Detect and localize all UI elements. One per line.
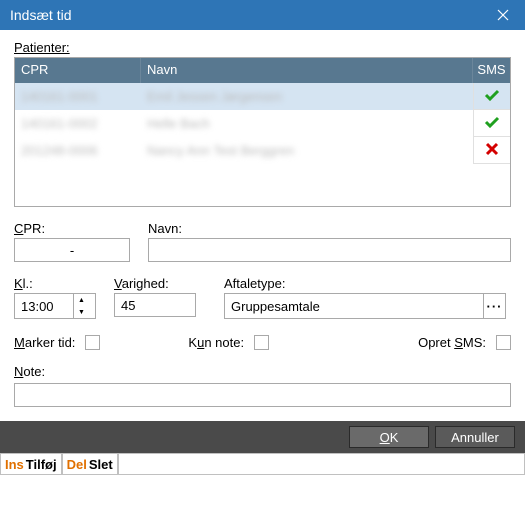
status-empty: [118, 454, 525, 475]
dialog-content: Patienter: CPR Navn SMS 140161-0001 Emil…: [0, 30, 525, 407]
kl-spinner[interactable]: ▲ ▼: [14, 293, 96, 319]
navn-input: [148, 238, 511, 262]
cell-cpr: 140161-0002: [15, 116, 141, 131]
cell-sms: [473, 83, 510, 110]
grid-header: CPR Navn SMS: [15, 58, 510, 83]
cell-navn: Emil Jessen Jørgensen: [141, 89, 473, 104]
ok-button[interactable]: OK: [349, 426, 429, 448]
patienter-label: Patienter:: [14, 40, 511, 55]
aftaletype-label: Aftaletype:: [224, 276, 511, 291]
ellipsis-button[interactable]: ···: [483, 294, 505, 318]
kunnote-checkbox[interactable]: [254, 335, 269, 350]
varighed-label: Varighed:: [114, 276, 224, 291]
cell-cpr: 140161-0001: [15, 89, 141, 104]
aftaletype-combo[interactable]: ···: [224, 293, 506, 319]
marker-label: Marker tid:: [14, 335, 75, 350]
annuller-button[interactable]: Annuller: [435, 426, 515, 448]
aftaletype-input[interactable]: [225, 294, 483, 318]
patient-grid[interactable]: CPR Navn SMS 140161-0001 Emil Jessen Jør…: [14, 57, 511, 207]
cpr-label: CPR:: [14, 221, 144, 236]
table-row[interactable]: 140161-0001 Emil Jessen Jørgensen: [15, 83, 510, 110]
table-row[interactable]: 140161-0002 Helle Bach: [15, 110, 510, 137]
check-icon: [484, 115, 500, 132]
cell-navn: Helle Bach: [141, 116, 473, 131]
opretsms-label: Opret SMS:: [418, 335, 486, 350]
varighed-input[interactable]: [114, 293, 196, 317]
kunnote-label: Kun note:: [188, 335, 244, 350]
close-button[interactable]: [480, 0, 525, 30]
status-ins: Ins Tilføj: [0, 454, 62, 475]
grid-body: 140161-0001 Emil Jessen Jørgensen 140161…: [15, 83, 510, 164]
opretsms-checkbox[interactable]: [496, 335, 511, 350]
title-bar: Indsæt tid: [0, 0, 525, 30]
button-bar: OK Annuller: [0, 421, 525, 453]
cpr-input[interactable]: [14, 238, 130, 262]
check-icon: [484, 88, 500, 105]
close-icon: [497, 9, 509, 21]
cross-icon: [485, 142, 499, 159]
navn-label: Navn:: [148, 221, 511, 236]
cell-cpr: 201248-0006: [15, 143, 141, 158]
cell-sms: [473, 110, 510, 137]
col-cpr[interactable]: CPR: [15, 58, 141, 83]
col-navn[interactable]: Navn: [141, 58, 473, 83]
note-input[interactable]: [14, 383, 511, 407]
status-bar: Ins Tilføj Del Slet: [0, 453, 525, 475]
marker-checkbox[interactable]: [85, 335, 100, 350]
cell-navn: Nancy Ann Test Berggren: [141, 143, 473, 158]
table-row[interactable]: 201248-0006 Nancy Ann Test Berggren: [15, 137, 510, 164]
spin-up[interactable]: ▲: [74, 294, 89, 306]
cell-sms: [473, 137, 510, 164]
window-title: Indsæt tid: [10, 7, 480, 23]
status-del: Del Slet: [62, 454, 118, 475]
spin-down[interactable]: ▼: [74, 306, 89, 318]
col-sms[interactable]: SMS: [473, 58, 510, 83]
kl-label: Kl.:: [14, 276, 114, 291]
note-label: Note:: [14, 364, 511, 379]
kl-input[interactable]: [15, 294, 73, 318]
